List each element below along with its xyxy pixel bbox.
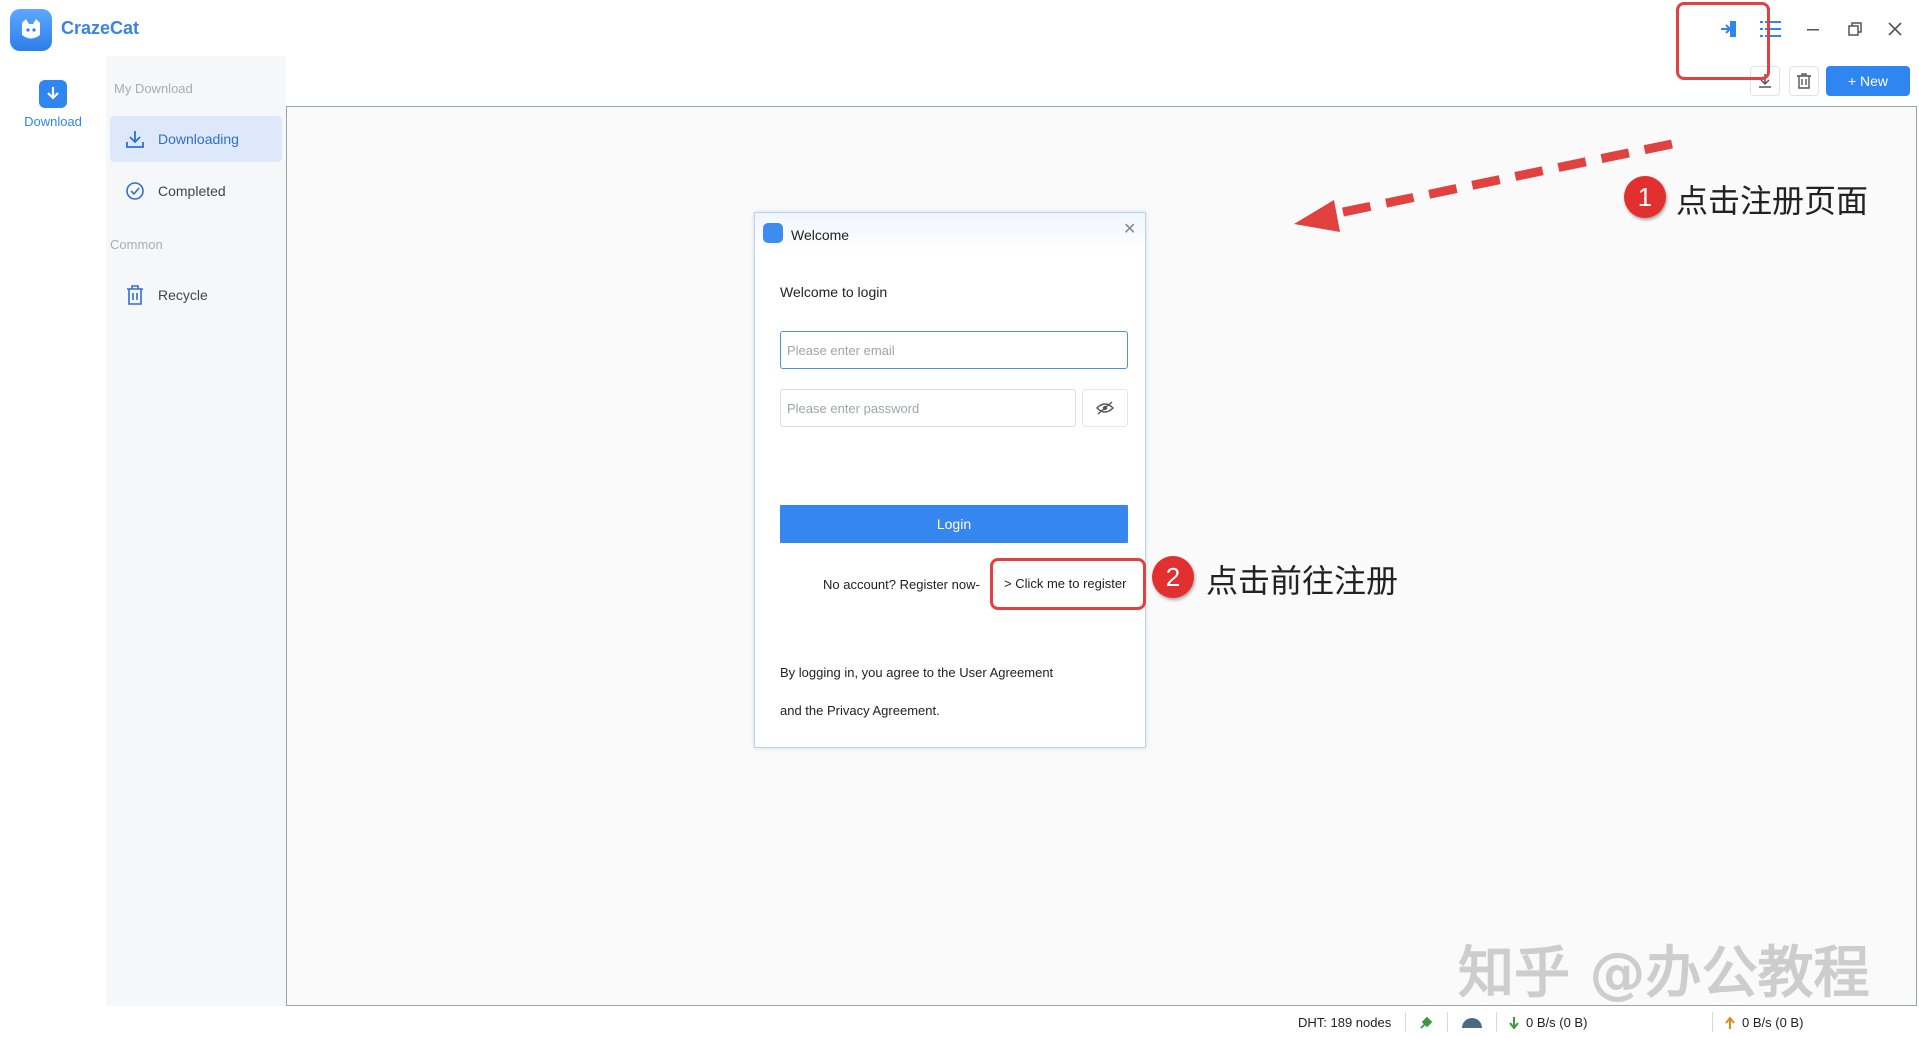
section-my-download: My Download [114,81,193,96]
separator [1496,1012,1497,1032]
no-account-text: No account? Register now- [823,577,980,592]
dashed-arrow [1294,139,1673,232]
delete-icon[interactable] [1789,66,1819,96]
step-2-badge: 2 [1152,556,1194,598]
rail-download-label: Download [24,114,82,129]
eye-off-icon[interactable] [1082,389,1128,427]
step-2-text: 点击前往注册 [1206,562,1399,600]
status-bar: DHT: 189 nodes 0 B/s (0 B) 0 B/s (0 B) [0,1006,1919,1038]
highlight-register-link [990,558,1146,610]
password-field[interactable]: Please enter password [780,389,1076,427]
new-button[interactable]: + New [1826,66,1910,96]
sidebar-item-recycle[interactable]: Recycle [110,272,282,318]
title-bar: CrazeCat [0,0,1919,56]
step-1-badge: 1 [1624,176,1666,218]
download-speed: 0 B/s (0 B) [1508,1015,1587,1030]
sidebar-item-label: Recycle [158,287,208,303]
dialog-title: Welcome [791,227,850,243]
arrow-up-icon [1725,1015,1735,1029]
minimize-icon[interactable] [1798,14,1828,44]
login-dialog: Welcome ✕ Welcome to login Please enter … [754,212,1146,748]
sidebar-item-downloading[interactable]: Downloading [110,116,282,162]
welcome-heading: Welcome to login [780,284,888,300]
download-tray-icon [124,128,146,150]
app-logo [10,9,52,51]
trash-icon [124,284,146,306]
download-speed-value: 0 B/s (0 B) [1526,1015,1588,1030]
sidebar: My Download Downloading Completed Common… [106,56,286,1006]
email-field[interactable]: Please enter email [780,331,1128,369]
upload-speed-value: 0 B/s (0 B) [1742,1015,1804,1030]
check-circle-icon [124,180,146,202]
separator [1447,1012,1448,1032]
highlight-login-icon [1676,2,1770,80]
login-button[interactable]: Login [780,505,1128,543]
dialog-header: Welcome ✕ [755,213,1145,253]
restore-icon[interactable] [1840,14,1870,44]
agreement-line-2: and the Privacy Agreement. [780,703,940,718]
download-box-icon [39,80,67,108]
separator [1405,1012,1406,1032]
nav-rail: Download [0,56,106,1006]
separator [1712,1012,1713,1032]
step-1-text: 点击注册页面 [1676,182,1869,220]
speed-gauge-icon[interactable] [1460,1015,1484,1029]
dialog-close-icon[interactable]: ✕ [1123,219,1136,239]
sidebar-item-label: Downloading [158,131,239,147]
sidebar-item-label: Completed [158,183,226,199]
dht-status: DHT: 189 nodes [1298,1015,1392,1030]
watermark: 知乎 @办公教程 [1458,941,1870,1006]
section-common: Common [110,237,163,252]
app-name: CrazeCat [61,18,140,38]
sidebar-item-completed[interactable]: Completed [110,168,282,214]
upload-speed: 0 B/s (0 B) [1724,1015,1803,1030]
arrow-down-icon [1509,1016,1519,1030]
close-icon[interactable] [1880,14,1910,44]
agreement-line-1: By logging in, you agree to the User Agr… [780,665,1054,680]
rail-download[interactable]: Download [18,80,88,129]
plug-icon[interactable] [1418,1015,1434,1031]
app-logo-small [763,223,783,243]
